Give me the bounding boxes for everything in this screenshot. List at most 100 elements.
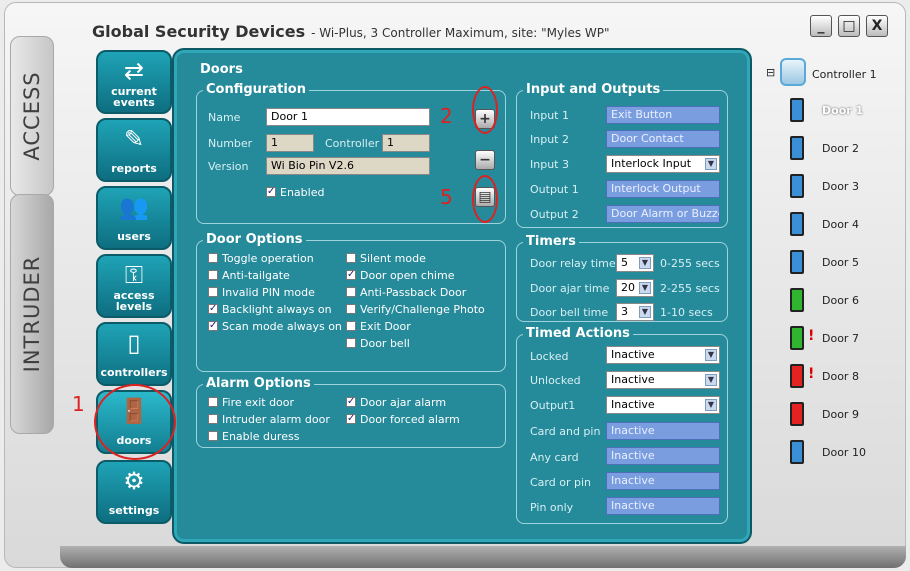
- checkbox-label: Exit Door: [360, 320, 411, 333]
- tree-controller-1[interactable]: Controller 1: [812, 68, 877, 81]
- annotation-ring-save: [472, 175, 498, 223]
- checkbox-mark: [208, 302, 218, 316]
- io-label: Input 2: [530, 133, 569, 146]
- card-and-pin-field[interactable]: Inactive: [606, 422, 720, 440]
- number-field[interactable]: 1: [266, 134, 314, 152]
- controller-label: Controller: [325, 137, 380, 150]
- intruder-section-tab[interactable]: INTRUDER: [10, 194, 54, 434]
- minimize-button[interactable]: _: [810, 15, 832, 37]
- nav-reports[interactable]: ✎ reports: [96, 118, 172, 182]
- enable-duress-checkbox[interactable]: Enable duress: [208, 430, 299, 444]
- door-open-chime-checkbox[interactable]: Door open chime: [346, 268, 455, 283]
- output1-select[interactable]: Inactive ▼: [606, 396, 720, 414]
- any-card-field[interactable]: Inactive: [606, 447, 720, 465]
- door-icon: [790, 212, 804, 236]
- toggle-operation-checkbox[interactable]: Toggle operation: [208, 252, 314, 266]
- door-forced-alarm-checkbox[interactable]: Door forced alarm: [346, 412, 460, 427]
- door-icon: [790, 136, 804, 160]
- pin-only-field[interactable]: Inactive: [606, 497, 720, 515]
- checkbox-label: Door forced alarm: [360, 413, 460, 426]
- select-value: 20: [621, 281, 635, 294]
- name-field[interactable]: Door 1: [266, 108, 430, 126]
- enabled-checkbox[interactable]: Enabled: [266, 185, 325, 200]
- select-value: 3: [621, 305, 628, 318]
- anti-passback-checkbox[interactable]: Anti-Passback Door: [346, 286, 466, 300]
- checkbox-mark: [346, 253, 356, 263]
- restore-button[interactable]: □: [838, 15, 860, 37]
- tree-door-8[interactable]: Door 8: [822, 370, 859, 383]
- app-subtitle: - Wi-Plus, 3 Controller Maximum, site: "…: [311, 26, 610, 40]
- nav-settings[interactable]: ⚙ settings: [96, 460, 172, 524]
- version-label: Version: [208, 160, 249, 173]
- controller-field[interactable]: 1: [382, 134, 430, 152]
- tree-door-3[interactable]: Door 3: [822, 180, 859, 193]
- intruder-alarm-checkbox[interactable]: Intruder alarm door: [208, 413, 330, 427]
- nav-users[interactable]: 👥 users: [96, 186, 172, 250]
- input2-field[interactable]: Door Contact: [606, 130, 720, 148]
- tree-door-10[interactable]: Door 10: [822, 446, 866, 459]
- door-relay-time-select[interactable]: 5 ▼: [616, 254, 654, 272]
- locked-select[interactable]: Inactive ▼: [606, 346, 720, 364]
- enabled-label: Enabled: [280, 186, 325, 199]
- checkbox-label: Toggle operation: [222, 252, 314, 265]
- alert-icon: !: [808, 366, 815, 382]
- card-or-pin-field[interactable]: Inactive: [606, 472, 720, 490]
- checkbox-label: Door open chime: [360, 269, 455, 282]
- tree-door-9[interactable]: Door 9: [822, 408, 859, 421]
- backlight-checkbox[interactable]: Backlight always on: [208, 302, 332, 317]
- annotation-ring-doors: [94, 384, 176, 460]
- checkbox-label: Anti-Passback Door: [360, 286, 467, 299]
- io-label: Input 1: [530, 109, 569, 122]
- checkbox-mark: [208, 414, 218, 424]
- input1-field[interactable]: Exit Button: [606, 106, 720, 124]
- scan-mode-checkbox[interactable]: Scan mode always on: [208, 319, 342, 334]
- nav-access-levels[interactable]: ⚿ access levels: [96, 254, 172, 318]
- invalid-pin-checkbox[interactable]: Invalid PIN mode: [208, 286, 315, 300]
- door-icon: [790, 174, 804, 198]
- timers-title: Timers: [523, 234, 579, 250]
- annotation-2: 2: [440, 104, 453, 128]
- tree-door-2[interactable]: Door 2: [822, 142, 859, 155]
- access-section-tab[interactable]: ACCESS: [10, 36, 54, 196]
- door-bell-checkbox[interactable]: Door bell: [346, 337, 410, 351]
- door-icon: [790, 326, 804, 350]
- close-button[interactable]: X: [866, 15, 888, 37]
- checkbox-mark: [208, 270, 218, 280]
- io-label: Output 2: [530, 208, 579, 221]
- anti-tailgate-checkbox[interactable]: Anti-tailgate: [208, 269, 290, 283]
- nav-current-events[interactable]: ⇄ current events: [96, 50, 172, 114]
- remove-door-button[interactable]: −: [475, 150, 495, 170]
- io-label: Output 1: [530, 183, 579, 196]
- annotation-1: 1: [72, 392, 85, 416]
- checkbox-label: Intruder alarm door: [222, 413, 330, 426]
- output2-field[interactable]: Door Alarm or Buzzer: [606, 205, 720, 223]
- tree-door-6[interactable]: Door 6: [822, 294, 859, 307]
- name-label: Name: [208, 111, 241, 124]
- select-value: Interlock Input: [611, 157, 692, 170]
- tree-expander-icon[interactable]: ⊟: [766, 66, 775, 79]
- io-label: Input 3: [530, 158, 569, 171]
- tree-door-5[interactable]: Door 5: [822, 256, 859, 269]
- checkbox-mark: [208, 287, 218, 297]
- timer-range: 1-10 secs: [660, 306, 713, 319]
- tree-door-7[interactable]: Door 7: [822, 332, 859, 345]
- nav-controllers[interactable]: ▯ controllers: [96, 322, 172, 386]
- timed-actions-title: Timed Actions: [523, 326, 633, 342]
- fire-exit-checkbox[interactable]: Fire exit door: [208, 396, 294, 410]
- exit-door-checkbox[interactable]: Exit Door: [346, 320, 411, 334]
- door-ajar-alarm-checkbox[interactable]: Door ajar alarm: [346, 395, 446, 410]
- nav-label: users: [117, 230, 151, 243]
- checkbox-label: Scan mode always on: [222, 320, 342, 333]
- verify-photo-checkbox[interactable]: Verify/Challenge Photo: [346, 303, 485, 317]
- door-bell-time-select[interactable]: 3 ▼: [616, 303, 654, 321]
- unlocked-select[interactable]: Inactive ▼: [606, 371, 720, 389]
- tree-door-1[interactable]: Door 1: [822, 104, 863, 117]
- access-levels-icon: ⚿: [124, 261, 144, 289]
- output1-field[interactable]: Interlock Output: [606, 180, 720, 198]
- door-ajar-time-select[interactable]: 20 ▼: [616, 279, 654, 297]
- input3-select[interactable]: Interlock Input ▼: [606, 155, 720, 173]
- tree-door-4[interactable]: Door 4: [822, 218, 859, 231]
- checkbox-mark: [208, 397, 218, 407]
- panel-title: Doors: [200, 62, 243, 77]
- silent-mode-checkbox[interactable]: Silent mode: [346, 252, 426, 266]
